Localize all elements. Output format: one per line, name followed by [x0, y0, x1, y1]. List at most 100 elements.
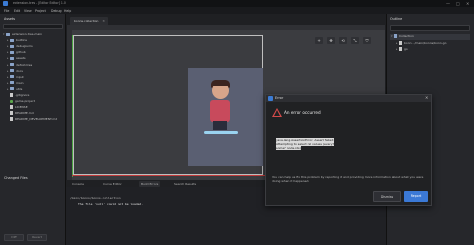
error-message[interactable]: java.lang.AssertionError: Assert failed:…: [276, 138, 336, 150]
add-icon[interactable]: +: [315, 37, 323, 44]
folder-icon: [10, 63, 14, 66]
menu-file[interactable]: File: [4, 9, 9, 13]
tab-label: bonns.collection: [74, 19, 99, 23]
scale-tool-icon[interactable]: ⤡: [351, 37, 359, 44]
tab-bonns-collection[interactable]: bonns.collection ✕: [70, 17, 108, 25]
close-icon[interactable]: ✕: [466, 1, 469, 6]
folder-icon: [10, 87, 14, 91]
assets-list-item[interactable]: ▾ extension-tres-main: [3, 32, 42, 38]
character-legs: [213, 121, 227, 130]
assets-item-label: builtins: [16, 38, 27, 43]
outline-header: [390, 25, 470, 31]
report-button[interactable]: Report: [404, 191, 428, 202]
assets-item-label: README.md: [15, 111, 34, 116]
error-dialog-title: Error: [275, 96, 284, 100]
outline-item-label: Collection: [399, 34, 414, 38]
menu-edit[interactable]: Edit: [14, 9, 20, 13]
character-hair-top: [211, 80, 230, 86]
folder-icon: [10, 38, 14, 42]
assets-list-item[interactable]: README_DEVELOPMENT.md: [7, 117, 57, 123]
maximize-icon[interactable]: □: [456, 1, 460, 6]
app-logo-icon: [268, 96, 273, 101]
error-dialog-title-bar: [266, 95, 431, 102]
assets-item-label: utils: [16, 86, 23, 91]
error-message-text: java.lang.AssertionError: Assert failed:…: [276, 138, 335, 150]
game-object-icon: [399, 47, 402, 51]
outline-panel-title: Outline: [390, 17, 403, 21]
changed-files-title: Changed Files: [4, 176, 28, 180]
assets-list-item[interactable]: ▸ debugiums: [7, 44, 33, 50]
assets-item-label: main: [16, 80, 24, 85]
assets-list-item[interactable]: ▸ defold-tres: [7, 63, 32, 69]
build-error-file[interactable]: /main/bonns/bonns.collection: [70, 196, 121, 200]
outline-item[interactable]: ▸ bonn - /main/bonns/bonn.go: [390, 40, 447, 47]
game-object-icon: [399, 40, 402, 45]
dismiss-button[interactable]: Dismiss: [373, 191, 401, 202]
assets-list-item[interactable]: game.project: [7, 99, 35, 105]
rotate-tool-icon[interactable]: ⟲: [339, 37, 347, 44]
tab-console[interactable]: Console: [72, 182, 84, 186]
character-skateboard: [204, 131, 238, 134]
outline-item-label: bonn - /main/bonns/bonn.go: [404, 40, 447, 45]
assets-list-item[interactable]: README.md: [7, 111, 34, 117]
folder-icon: [10, 69, 14, 73]
warning-icon-inner: [274, 110, 280, 116]
assets-list-item[interactable]: ▸ input: [7, 75, 24, 81]
tab-curve-editor[interactable]: Curve Editor: [103, 182, 122, 186]
game-project-icon: [10, 99, 13, 103]
folder-icon: [10, 56, 14, 60]
assets-list-item[interactable]: ▸ builtins: [7, 38, 27, 44]
folder-icon: [10, 81, 14, 85]
error-heading: An error occurred: [284, 110, 321, 115]
assets-item-label: LICENSE: [15, 105, 28, 110]
filter-icon[interactable]: ⛉: [363, 37, 371, 44]
folder-icon: [6, 32, 10, 36]
ruler-top: [67, 25, 385, 30]
y-axis-line: [72, 35, 73, 177]
collection-icon: [394, 34, 397, 38]
file-icon: [10, 93, 13, 97]
error-help-text: You can help us fix this problem by repo…: [272, 175, 424, 183]
menu-project[interactable]: Project: [35, 9, 46, 13]
assets-item-label: .gitignore: [15, 93, 30, 97]
menu-debug[interactable]: Debug: [51, 9, 61, 13]
assets-filter-input[interactable]: [3, 24, 63, 29]
tab-search-results[interactable]: Search Results: [174, 182, 196, 186]
assets-list-item[interactable]: ▸ utils: [7, 87, 22, 93]
file-icon: [10, 117, 13, 122]
title-bar: [0, 0, 474, 7]
outline-item-label: go: [404, 47, 408, 51]
close-icon[interactable]: ✕: [425, 95, 428, 100]
file-icon: [10, 111, 13, 116]
assets-item-label: input: [16, 74, 24, 79]
assets-item-label: docs: [16, 68, 23, 73]
move-tool-icon[interactable]: ✥: [327, 37, 335, 44]
assets-list-item[interactable]: .gitignore: [7, 93, 29, 99]
assets-list-item[interactable]: ▸ github: [7, 50, 26, 56]
build-error-message[interactable]: The file 'null' could not be loaded.: [78, 202, 143, 206]
outline-item[interactable]: ▸ go: [390, 47, 408, 53]
app-logo-icon: [3, 1, 8, 6]
assets-panel-title: Assets: [4, 17, 16, 21]
revert-button[interactable]: Revert: [27, 234, 47, 241]
file-icon: [10, 105, 13, 110]
tab-close-icon[interactable]: ✕: [102, 19, 105, 23]
minimize-icon[interactable]: —: [446, 1, 450, 6]
assets-item-label: defold-tres: [16, 62, 33, 67]
diff-button[interactable]: Diff: [4, 234, 24, 241]
folder-icon: [10, 44, 14, 48]
assets-list-item[interactable]: ▸ docs: [7, 69, 23, 75]
folder-icon: [10, 75, 14, 79]
assets-item-label: extension-tres-main: [12, 32, 43, 36]
folder-icon: [10, 50, 14, 54]
assets-item-label: debugiums: [16, 44, 33, 49]
assets-list-item[interactable]: ▸ main: [7, 81, 24, 87]
editor-tab-bar: [66, 14, 386, 25]
assets-list-item[interactable]: LICENSE: [7, 105, 28, 111]
assets-item-label: github: [16, 50, 26, 55]
assets-item-label: README_DEVELOPMENT.md: [15, 117, 58, 122]
menu-view[interactable]: View: [24, 9, 32, 13]
assets-list-item[interactable]: ▸ assets: [7, 56, 26, 62]
outline-item[interactable]: ▾ Collection: [390, 34, 470, 40]
menu-help[interactable]: Help: [64, 9, 71, 13]
